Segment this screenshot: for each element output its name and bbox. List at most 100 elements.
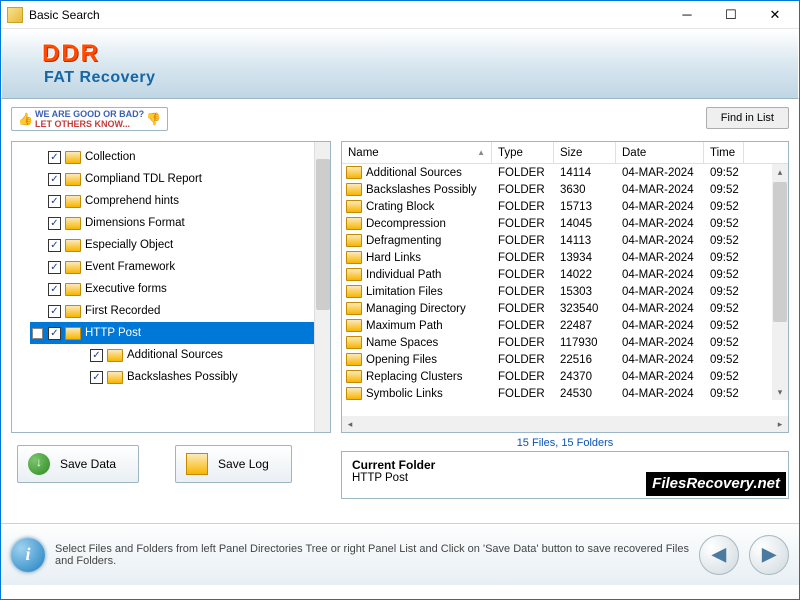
list-row[interactable]: Maximum PathFOLDER2248704-MAR-202409:52 xyxy=(342,317,788,334)
file-name: Hard Links xyxy=(366,252,421,264)
cell-date: 04-MAR-2024 xyxy=(616,184,704,196)
cell-time: 09:52 xyxy=(704,354,744,366)
folder-icon xyxy=(346,217,362,230)
tree-item[interactable]: ✓Especially Object xyxy=(30,234,314,256)
col-size-header[interactable]: Size xyxy=(554,142,616,163)
scroll-down-icon[interactable]: ▾ xyxy=(772,384,788,400)
cell-type: FOLDER xyxy=(492,286,554,298)
folder-icon xyxy=(346,387,362,400)
tree-item[interactable]: ✓Backslashes Possibly xyxy=(30,366,314,388)
maximize-button[interactable]: ☐ xyxy=(709,2,753,28)
cell-date: 04-MAR-2024 xyxy=(616,388,704,400)
expand-toggle[interactable]: − xyxy=(32,328,43,339)
list-v-scrollbar[interactable]: ▴ ▾ xyxy=(772,164,788,400)
tree-item[interactable]: ✓Dimensions Format xyxy=(30,212,314,234)
thumb-down-icon: 👎 xyxy=(146,114,161,124)
save-data-button[interactable]: Save Data xyxy=(17,445,139,483)
checkbox[interactable]: ✓ xyxy=(48,283,61,296)
log-icon xyxy=(186,453,208,475)
file-list[interactable]: Additional SourcesFOLDER1411404-MAR-2024… xyxy=(342,164,788,402)
checkbox[interactable]: ✓ xyxy=(48,151,61,164)
checkbox[interactable]: ✓ xyxy=(48,217,61,230)
list-row[interactable]: DefragmentingFOLDER1411304-MAR-202409:52 xyxy=(342,232,788,249)
app-icon xyxy=(7,7,23,23)
cell-size: 14022 xyxy=(554,269,616,281)
watermark: FilesRecovery.net xyxy=(646,472,786,496)
list-row[interactable]: Backslashes PossiblyFOLDER363004-MAR-202… xyxy=(342,181,788,198)
tree-item[interactable]: −✓HTTP Post xyxy=(30,322,314,344)
folder-icon xyxy=(346,200,362,213)
scrollbar-thumb[interactable] xyxy=(316,159,330,310)
col-type-header[interactable]: Type xyxy=(492,142,554,163)
list-row[interactable]: Limitation FilesFOLDER1530304-MAR-202409… xyxy=(342,283,788,300)
tree-item[interactable]: ✓Compliand TDL Report xyxy=(30,168,314,190)
minimize-button[interactable]: ─ xyxy=(665,2,709,28)
cell-time: 09:52 xyxy=(704,303,744,315)
list-row[interactable]: Opening FilesFOLDER2251604-MAR-202409:52 xyxy=(342,351,788,368)
tree-item[interactable]: ✓Comprehend hints xyxy=(30,190,314,212)
folder-tree[interactable]: ✓Collection✓Compliand TDL Report✓Compreh… xyxy=(12,142,314,432)
scroll-left-icon[interactable]: ◂ xyxy=(342,416,358,432)
checkbox[interactable]: ✓ xyxy=(48,195,61,208)
checkbox[interactable]: ✓ xyxy=(90,371,103,384)
list-row[interactable]: Crating BlockFOLDER1571304-MAR-202409:52 xyxy=(342,198,788,215)
checkbox[interactable]: ✓ xyxy=(48,239,61,252)
list-row[interactable]: Symbolic LinksFOLDER2453004-MAR-202409:5… xyxy=(342,385,788,402)
checkbox[interactable]: ✓ xyxy=(48,327,61,340)
file-name: Crating Block xyxy=(366,201,434,213)
file-name: Individual Path xyxy=(366,269,441,281)
save-log-button[interactable]: Save Log xyxy=(175,445,292,483)
tree-item[interactable]: ✓Executive forms xyxy=(30,278,314,300)
tree-item[interactable]: ✓Event Framework xyxy=(30,256,314,278)
list-h-scrollbar[interactable]: ◂ ▸ xyxy=(342,416,788,432)
footer: i Select Files and Folders from left Pan… xyxy=(1,523,799,585)
folder-icon xyxy=(346,353,362,366)
checkbox[interactable]: ✓ xyxy=(48,261,61,274)
list-row[interactable]: Replacing ClustersFOLDER2437004-MAR-2024… xyxy=(342,368,788,385)
feedback-button[interactable]: 👍 WE ARE GOOD OR BAD? LET OTHERS KNOW...… xyxy=(11,107,168,131)
folder-icon xyxy=(65,195,81,208)
checkbox[interactable]: ✓ xyxy=(90,349,103,362)
list-row[interactable]: Managing DirectoryFOLDER32354004-MAR-202… xyxy=(342,300,788,317)
cell-type: FOLDER xyxy=(492,388,554,400)
cell-size: 117930 xyxy=(554,337,616,349)
cell-date: 04-MAR-2024 xyxy=(616,252,704,264)
file-list-panel: Name▲ Type Size Date Time Additional Sou… xyxy=(341,141,789,433)
tree-item[interactable]: ✓Additional Sources xyxy=(30,344,314,366)
list-row[interactable]: Hard LinksFOLDER1393404-MAR-202409:52 xyxy=(342,249,788,266)
cell-date: 04-MAR-2024 xyxy=(616,337,704,349)
folder-icon xyxy=(65,305,81,318)
save-data-label: Save Data xyxy=(60,457,116,471)
back-button[interactable]: ◀ xyxy=(699,535,739,575)
find-in-list-button[interactable]: Find in List xyxy=(706,107,789,129)
col-name-header[interactable]: Name▲ xyxy=(342,142,492,163)
cell-type: FOLDER xyxy=(492,201,554,213)
checkbox[interactable]: ✓ xyxy=(48,305,61,318)
list-row[interactable]: Individual PathFOLDER1402204-MAR-202409:… xyxy=(342,266,788,283)
folder-icon xyxy=(65,173,81,186)
tree-scrollbar[interactable] xyxy=(314,142,330,432)
folder-icon xyxy=(65,283,81,296)
list-row[interactable]: Name SpacesFOLDER11793004-MAR-202409:52 xyxy=(342,334,788,351)
file-name: Backslashes Possibly xyxy=(366,184,477,196)
checkbox[interactable]: ✓ xyxy=(48,173,61,186)
list-row[interactable]: Additional SourcesFOLDER1411404-MAR-2024… xyxy=(342,164,788,181)
cell-time: 09:52 xyxy=(704,320,744,332)
forward-button[interactable]: ▶ xyxy=(749,535,789,575)
tree-item[interactable]: ✓First Recorded xyxy=(30,300,314,322)
folder-icon xyxy=(346,336,362,349)
hint-text: Select Files and Folders from left Panel… xyxy=(55,543,689,567)
product-name: FAT Recovery xyxy=(42,70,798,86)
folder-icon xyxy=(65,151,81,164)
list-row[interactable]: DecompressionFOLDER1404504-MAR-202409:52 xyxy=(342,215,788,232)
cell-size: 15303 xyxy=(554,286,616,298)
col-date-header[interactable]: Date xyxy=(616,142,704,163)
close-button[interactable]: ✕ xyxy=(753,2,797,28)
cell-time: 09:52 xyxy=(704,252,744,264)
scrollbar-thumb[interactable] xyxy=(773,182,787,322)
col-time-header[interactable]: Time xyxy=(704,142,744,163)
tree-item[interactable]: ✓Collection xyxy=(30,146,314,168)
scroll-right-icon[interactable]: ▸ xyxy=(772,416,788,432)
scroll-up-icon[interactable]: ▴ xyxy=(772,164,788,180)
cell-size: 22516 xyxy=(554,354,616,366)
